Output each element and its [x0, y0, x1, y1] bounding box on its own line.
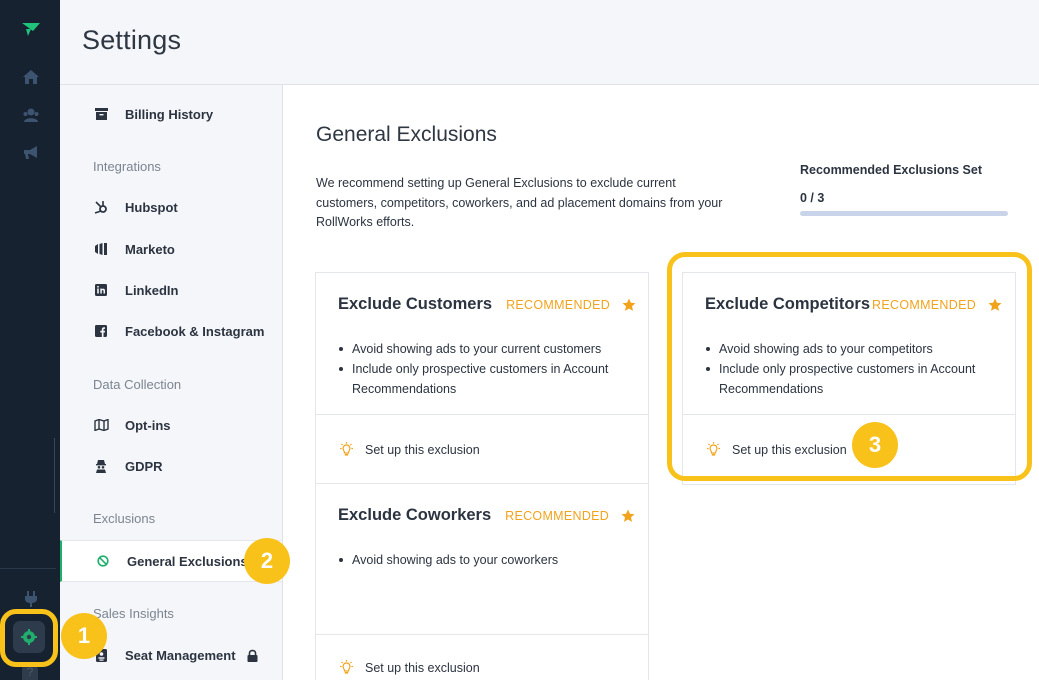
- lock-icon: [247, 649, 258, 662]
- sidebar-item-label: General Exclusions: [127, 553, 248, 569]
- sidebar-item-gdpr[interactable]: GDPR: [60, 446, 282, 486]
- rail-scroll-line: [54, 438, 55, 513]
- recommended-badge: RECOMMENDED: [872, 297, 977, 312]
- setup-link-label: Set up this exclusion: [365, 442, 480, 457]
- setup-link-label: Set up this exclusion: [732, 442, 847, 457]
- section-data-collection: Data Collection: [93, 377, 182, 392]
- page-title: Settings: [82, 25, 182, 55]
- prohibited-icon: [95, 553, 111, 569]
- card-exclude-competitors: Exclude Competitors RECOMMENDED Avoid sh…: [682, 272, 1016, 485]
- section-sales-insights: Sales Insights: [93, 606, 174, 621]
- gear-icon: [21, 629, 37, 645]
- recommended-progress: Recommended Exclusions Set 0 / 3: [800, 163, 1010, 216]
- list-item: Include only prospective customers in Ac…: [705, 359, 1005, 399]
- sidebar-item-label: Seat Management: [125, 647, 236, 663]
- setup-link-label: Set up this exclusion: [365, 660, 480, 675]
- card-bullets: Avoid showing ads to your current custom…: [338, 339, 638, 399]
- sidebar-item-label: Hubspot: [125, 199, 178, 215]
- recommended-badge: RECOMMENDED: [506, 297, 611, 312]
- map-icon: [93, 417, 109, 433]
- archive-box-icon: [93, 106, 109, 122]
- sidebar-item-hubspot[interactable]: Hubspot: [60, 187, 282, 227]
- card-title: Exclude Competitors: [705, 295, 871, 313]
- settings-sidebar: Billing History Integrations Hubspot Mar…: [60, 85, 283, 680]
- settings-button[interactable]: [13, 621, 45, 653]
- gdpr-icon: [93, 458, 109, 474]
- list-item: Avoid showing ads to your coworkers: [338, 550, 638, 570]
- sidebar-item-label: Facebook & Instagram: [125, 323, 265, 339]
- sidebar-item-linkedin[interactable]: LinkedIn: [60, 270, 282, 310]
- lightbulb-icon: [705, 442, 722, 457]
- card-title: Exclude Customers: [338, 295, 493, 313]
- rollworks-logo-icon[interactable]: [20, 20, 42, 40]
- list-item: Avoid showing ads to your current custom…: [338, 339, 638, 359]
- sidebar-item-label: Opt-ins: [125, 417, 171, 433]
- section-integrations: Integrations: [93, 159, 161, 174]
- star-icon: [621, 509, 635, 523]
- app-rail: ?: [0, 0, 60, 680]
- progress-title: Recommended Exclusions Set: [800, 163, 983, 177]
- section-title: General Exclusions: [316, 123, 497, 146]
- hubspot-icon: [93, 199, 109, 215]
- setup-exclusion-competitors-link[interactable]: Set up this exclusion: [683, 414, 1015, 484]
- campaigns-megaphone-icon[interactable]: [20, 141, 42, 163]
- sidebar-item-marketo[interactable]: Marketo: [60, 229, 282, 269]
- card-exclude-coworkers: Exclude Coworkers RECOMMENDED Avoid show…: [315, 483, 649, 680]
- sidebar-item-label: LinkedIn: [125, 282, 179, 298]
- main-content: General Exclusions We recommend setting …: [283, 85, 1039, 680]
- card-bullets: Avoid showing ads to your competitors In…: [705, 339, 1005, 399]
- recommended-badge: RECOMMENDED: [505, 508, 610, 523]
- sidebar-item-opt-ins[interactable]: Opt-ins: [60, 405, 282, 445]
- card-bullets: Avoid showing ads to your coworkers: [338, 550, 638, 570]
- sidebar-item-label: Billing History: [125, 106, 214, 122]
- card-exclude-customers: Exclude Customers RECOMMENDED Avoid show…: [315, 272, 649, 485]
- plug-icon[interactable]: [20, 588, 42, 610]
- star-icon: [988, 298, 1002, 312]
- help-icon[interactable]: ?: [22, 662, 38, 680]
- sidebar-item-label: GDPR: [125, 458, 163, 474]
- sidebar-item-label: Marketo: [125, 241, 175, 257]
- home-icon[interactable]: [20, 66, 42, 88]
- facebook-icon: [93, 323, 109, 339]
- progress-count: 0 / 3: [800, 191, 825, 205]
- setup-exclusion-customers-link[interactable]: Set up this exclusion: [316, 414, 648, 484]
- linkedin-icon: [93, 282, 109, 298]
- list-item: Include only prospective customers in Ac…: [338, 359, 638, 399]
- sidebar-item-billing-history[interactable]: Billing History: [60, 94, 282, 134]
- sidebar-item-facebook-instagram[interactable]: Facebook & Instagram: [60, 311, 282, 351]
- audience-icon[interactable]: [20, 104, 42, 126]
- lightbulb-icon: [338, 442, 355, 457]
- lightbulb-icon: [338, 660, 355, 675]
- section-exclusions: Exclusions: [93, 511, 156, 526]
- list-item: Avoid showing ads to your competitors: [705, 339, 1005, 359]
- step-badge-2: 2: [244, 538, 290, 584]
- marketo-icon: [93, 241, 109, 257]
- setup-exclusion-coworkers-link[interactable]: Set up this exclusion: [316, 634, 648, 680]
- star-icon: [622, 298, 636, 312]
- step-badge-1: 1: [61, 613, 107, 659]
- progress-bar: [800, 211, 1008, 216]
- page-header: Settings: [60, 0, 1039, 85]
- step-badge-3: 3: [852, 422, 898, 468]
- section-description: We recommend setting up General Exclusio…: [316, 176, 723, 229]
- card-title: Exclude Coworkers: [338, 506, 492, 524]
- rail-divider: [0, 568, 56, 569]
